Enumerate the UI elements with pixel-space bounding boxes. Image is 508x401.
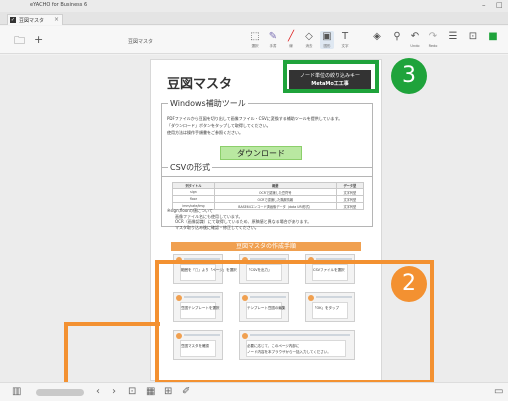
export-button[interactable]: ⊡ bbox=[466, 31, 480, 43]
book-icon[interactable]: ▥ bbox=[12, 386, 21, 398]
csv-format-table: 列タイトル 概要 データ型 sign OCRで認識した豆符号 文字列型 floo… bbox=[172, 182, 365, 210]
pin-tool-button[interactable]: ⚲ bbox=[390, 31, 404, 44]
tool-caption: 選択 bbox=[251, 44, 259, 48]
fit-page-icon[interactable]: ⊡ bbox=[128, 386, 136, 398]
table-row: sign OCRで認識した豆符号 文字列型 bbox=[172, 188, 365, 196]
text-icon: T bbox=[341, 31, 349, 42]
grid-icon[interactable]: ⊞ bbox=[164, 386, 172, 398]
eraser-icon: ◇ bbox=[305, 31, 313, 42]
page-title: 豆図マスタ bbox=[167, 77, 233, 92]
procedure-heading: 豆図マスタの作成手順 bbox=[171, 242, 361, 251]
csv-notes: ※sign,floorの値について 画像ファイル名にも使用しています。 OCR（… bbox=[167, 208, 311, 230]
menu-icon: ☰ bbox=[448, 31, 458, 42]
tool-caption: 消去 bbox=[305, 44, 313, 48]
table-cell: 文字列型 bbox=[335, 195, 365, 203]
table-cell: OCRで認識した階層情報 bbox=[213, 195, 337, 203]
text-tool-button[interactable]: T 文字 bbox=[338, 31, 352, 49]
table-cell: 文字列型 bbox=[335, 202, 365, 210]
minimize-button[interactable]: – bbox=[482, 1, 486, 10]
eraser-tool-button[interactable]: ◇ 消去 bbox=[302, 31, 316, 49]
table-row: floor OCRで認識した階層情報 文字列型 bbox=[172, 195, 365, 203]
prev-icon[interactable]: ‹ bbox=[96, 386, 100, 398]
calendar-icon[interactable]: ▦ bbox=[146, 386, 155, 398]
export-icon: ⊡ bbox=[468, 31, 478, 42]
checkbox-icon[interactable]: ✓ bbox=[10, 17, 16, 23]
redo-icon: ↷ bbox=[428, 31, 438, 42]
csv-note-3: OCR（画像認識）にて取得しているため、原稿値と異なる場合があります。 bbox=[175, 219, 312, 224]
undo-icon: ↶ bbox=[410, 31, 420, 42]
csv-note-4: マスタ取り込み後に確認・修正してください。 bbox=[175, 224, 259, 230]
undo-button[interactable]: ↶ Undo bbox=[408, 31, 422, 48]
callout-connector-vertical bbox=[64, 322, 68, 382]
page-scrubber[interactable] bbox=[36, 389, 84, 396]
app-title: eYACHO for Business 6 bbox=[30, 2, 88, 8]
bottom-bar: ▥ ‹ › ⊡ ▦ ⊞ ✐ ▭ bbox=[0, 382, 508, 401]
tab-strip: ✓ 豆図マスタ × bbox=[0, 12, 508, 25]
tool-caption: Redo bbox=[428, 44, 438, 48]
tool-caption: 文字 bbox=[341, 44, 349, 48]
pen-icon: ✎ bbox=[268, 31, 278, 42]
pen-tool-button[interactable]: ✎ 手書 bbox=[266, 31, 280, 49]
stamp-icon: ◈ bbox=[373, 31, 381, 42]
windows-tool-text-3: 使用方法は操作手順書をご参照ください。 bbox=[167, 130, 243, 135]
stamp-tool-button[interactable]: ◈ bbox=[370, 31, 384, 44]
plus-icon[interactable]: + bbox=[34, 34, 43, 45]
redo-button[interactable]: ↷ Redo bbox=[426, 31, 440, 48]
windows-tool-heading: Windows補助ツール bbox=[168, 98, 248, 109]
callout-connector-horizontal bbox=[64, 322, 160, 326]
pen-icon[interactable]: ✐ bbox=[182, 386, 190, 398]
document-viewport[interactable]: 豆図マスタ ノード単位の絞り込みキー MetaMo工工事 Windows補助ツー… bbox=[0, 55, 508, 384]
windows-tool-text-2: 「ダウンロード」ボタンをタップして取得してください。 bbox=[167, 123, 271, 128]
table-cell: 文字列型 bbox=[335, 188, 365, 196]
shape-icon: ▣ bbox=[322, 31, 332, 42]
next-icon[interactable]: › bbox=[112, 386, 116, 398]
callout-badge-3: 3 bbox=[391, 58, 427, 94]
menu-button[interactable]: ☰ bbox=[446, 31, 460, 43]
document-title: 豆図マスタ bbox=[128, 39, 154, 45]
download-button[interactable]: ダウンロード bbox=[220, 146, 302, 160]
tool-caption: 図形 bbox=[323, 44, 331, 48]
table-cell: sign bbox=[172, 188, 215, 196]
callout-badge-2: 2 bbox=[391, 266, 427, 302]
color-button[interactable]: ■ bbox=[486, 31, 500, 43]
tool-caption: 線 bbox=[289, 44, 293, 48]
select-tool-button[interactable]: ⬚ 選択 bbox=[248, 31, 262, 49]
shape-tool-button[interactable]: ▣ 図形 bbox=[320, 31, 334, 49]
tab-label: 豆図マスタ bbox=[19, 18, 45, 24]
select-icon: ⬚ bbox=[250, 31, 260, 42]
folder-icon[interactable]: 🗀 bbox=[14, 35, 25, 46]
maximize-button[interactable]: □ bbox=[496, 1, 503, 10]
marker-icon: ╱ bbox=[287, 31, 295, 42]
filter-key-highlight bbox=[283, 60, 379, 93]
tool-caption: 手書 bbox=[269, 44, 277, 48]
tool-caption: Undo bbox=[410, 44, 420, 48]
close-icon[interactable]: × bbox=[54, 16, 59, 23]
app-window: eYACHO for Business 6 – □ ✓ 豆図マスタ × 🗀 + … bbox=[0, 0, 508, 401]
marker-tool-button[interactable]: ╱ 線 bbox=[284, 31, 298, 49]
pin-icon: ⚲ bbox=[393, 31, 401, 42]
title-bar: eYACHO for Business 6 – □ bbox=[0, 0, 508, 12]
windows-tool-text-1: PDFファイルから豆図を切り出して画像ファイル・CSVに変換する補助ツールを提供… bbox=[167, 116, 343, 121]
tab-document[interactable]: ✓ 豆図マスタ × bbox=[7, 14, 63, 25]
csv-format-heading: CSVの形式 bbox=[168, 162, 213, 173]
table-cell: OCRで認識した豆符号 bbox=[213, 188, 337, 196]
panel-icon[interactable]: ▭ bbox=[494, 386, 503, 398]
table-cell: floor bbox=[172, 195, 215, 203]
color-swatch-icon: ■ bbox=[488, 31, 498, 42]
toolbar: 🗀 + 豆図マスタ ⬚ 選択 ✎ 手書 ╱ 線 ◇ 消去 ▣ 図形 T 文字 ◈ bbox=[0, 26, 508, 54]
